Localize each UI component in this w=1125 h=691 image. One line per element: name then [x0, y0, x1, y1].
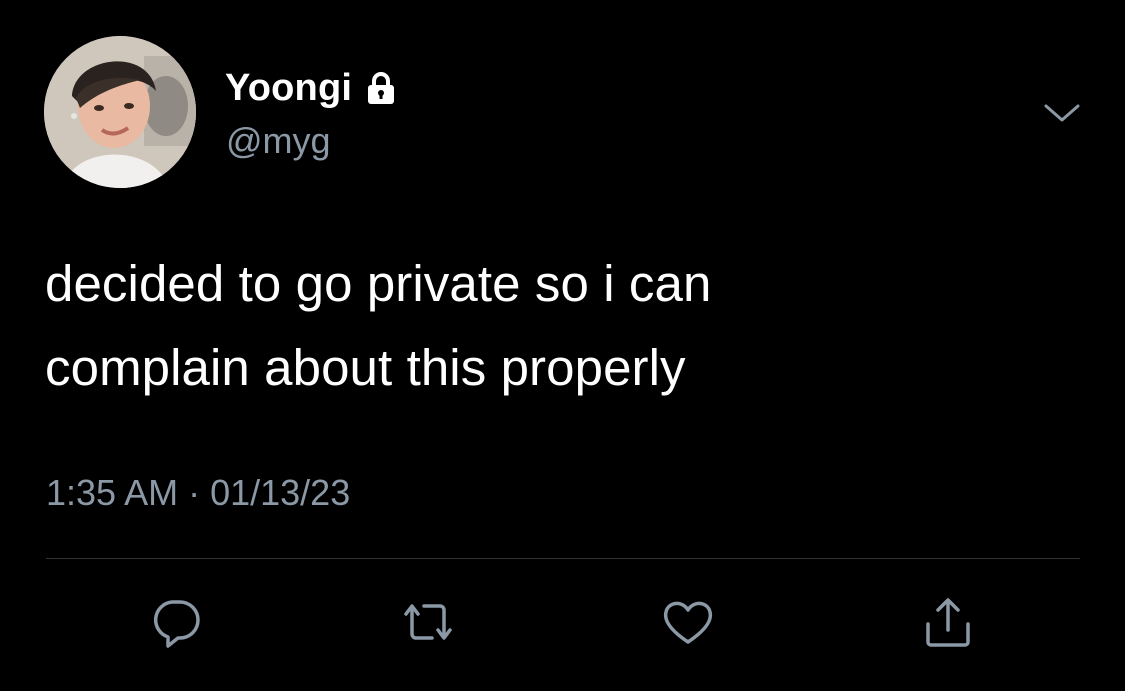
- meta-separator: ·: [188, 472, 201, 513]
- chevron-down-icon[interactable]: [1040, 96, 1084, 130]
- tweet-card: Yoongi @myg decided to go private so i c…: [0, 0, 1125, 691]
- action-bar: [0, 592, 1125, 652]
- share-button[interactable]: [918, 592, 978, 652]
- reply-icon: [148, 596, 204, 648]
- tweet-text-line: complain about this properly: [45, 339, 686, 396]
- avatar[interactable]: [44, 36, 196, 188]
- retweet-icon: [396, 596, 460, 648]
- tweet-text-line: decided to go private so i can: [45, 255, 712, 312]
- like-button[interactable]: [658, 592, 718, 652]
- tweet-date: 01/13/23: [210, 472, 351, 513]
- user-handle[interactable]: @myg: [226, 120, 331, 162]
- avatar-photo: [44, 36, 196, 188]
- display-name[interactable]: Yoongi: [225, 67, 352, 110]
- reply-button[interactable]: [146, 592, 206, 652]
- share-icon: [920, 594, 976, 650]
- tweet-timestamp: 1:35 AM · 01/13/23: [46, 472, 350, 514]
- name-row: Yoongi: [225, 64, 398, 112]
- tweet-time: 1:35 AM: [46, 472, 179, 513]
- tweet-text: decided to go private so i can complain …: [45, 242, 1045, 410]
- heart-icon: [660, 596, 716, 648]
- retweet-button[interactable]: [398, 592, 458, 652]
- lock-icon: [364, 71, 398, 105]
- divider: [46, 558, 1080, 559]
